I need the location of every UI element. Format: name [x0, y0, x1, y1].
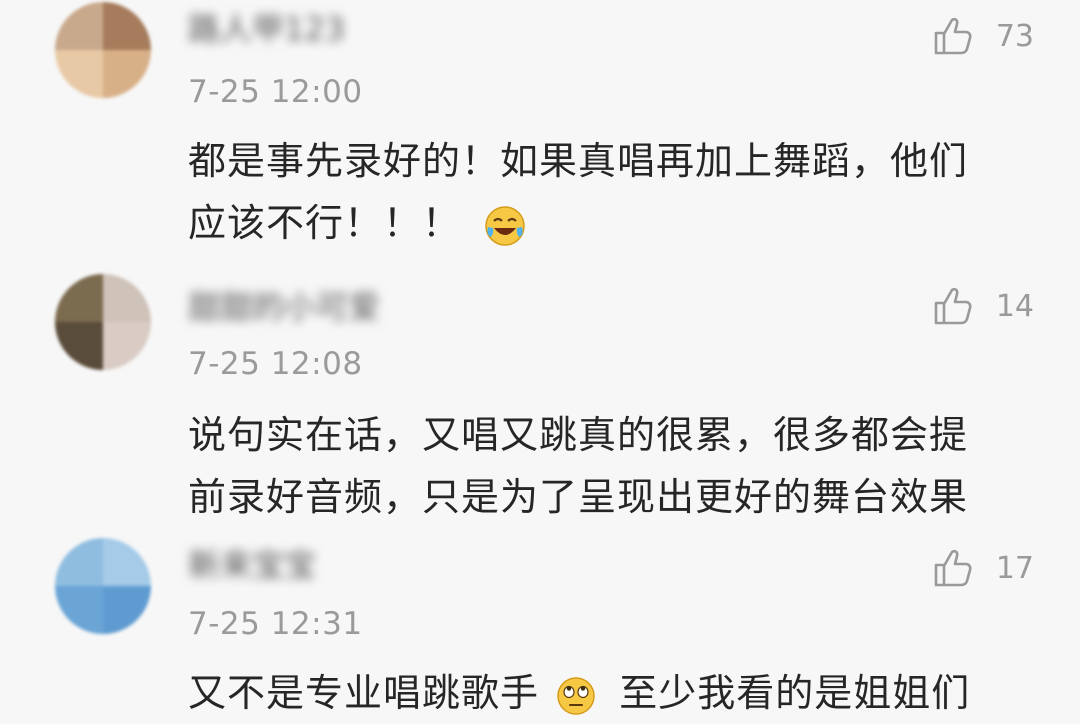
username[interactable]: 新来宝宝: [188, 546, 316, 584]
like-button[interactable]: 17: [930, 544, 1034, 592]
comment-text: 说句实在话，又唱又跳真的很累，很多都会提 前录好音频，只是为了呈现出更好的舞台效…: [188, 404, 1048, 528]
comment-line: 又不是专业唱跳歌手: [188, 671, 540, 715]
username[interactable]: 路人甲123: [188, 10, 345, 48]
timestamp: 7-25 12:31: [188, 606, 363, 642]
comment-line: 前录好音频，只是为了呈现出更好的舞台效果: [188, 475, 969, 519]
comment-item: 路人甲123 73 7-25 12:00 都是事先录好的！如果真唱再加上舞蹈，他…: [0, 0, 1080, 260]
comment-line-with-emoji: 又不是专业唱跳歌手 至少我看的是姐姐们: [188, 662, 1048, 724]
avatar-tile: [55, 322, 103, 370]
avatar-tile: [55, 586, 103, 634]
like-count: 73: [995, 18, 1034, 54]
like-button[interactable]: 14: [930, 282, 1034, 330]
avatar-tile: [103, 538, 151, 586]
like-count: 14: [995, 288, 1034, 324]
like-button[interactable]: 73: [930, 12, 1034, 60]
avatar[interactable]: [55, 538, 151, 634]
comment-item: 新来宝宝 17 7-25 12:31 又不是专业唱跳歌手 至少我看的是姐姐们: [0, 538, 1080, 715]
comment-line: 至少我看的是姐姐们: [619, 671, 971, 715]
avatar-tile: [103, 274, 151, 322]
comment-text: 都是事先录好的！如果真唱再加上舞蹈，他们 应该不行！！！: [188, 130, 1048, 254]
comment-line: 都是事先录好的！如果真唱再加上舞蹈，他们: [188, 139, 969, 183]
avatar-tile: [103, 322, 151, 370]
thumbs-up-icon: [934, 549, 972, 587]
thumbs-up-icon: [934, 287, 972, 325]
avatar-tile: [103, 586, 151, 634]
comment-line-with-emoji: 应该不行！！！: [188, 192, 1048, 254]
avatar[interactable]: [55, 274, 151, 370]
timestamp: 7-25 12:00: [188, 74, 363, 110]
comment-line: 应该不行！！！: [188, 201, 462, 245]
avatar-tile: [103, 50, 151, 98]
avatar-tile: [55, 538, 103, 586]
avatar-tile: [55, 50, 103, 98]
comment-item: 甜甜的小可爱 14 7-25 12:08 说句实在话，又唱又跳真的很累，很多都会…: [0, 272, 1080, 532]
like-count: 17: [995, 550, 1034, 586]
comment-text: 又不是专业唱跳歌手 至少我看的是姐姐们: [188, 662, 1048, 724]
comment-line: 说句实在话，又唱又跳真的很累，很多都会提: [188, 413, 969, 457]
avatar[interactable]: [55, 2, 151, 98]
thumbs-up-icon: [934, 17, 972, 55]
eye-roll-icon: [557, 676, 595, 715]
timestamp: 7-25 12:08: [188, 346, 363, 382]
username[interactable]: 甜甜的小可爱: [188, 288, 380, 326]
avatar-tile: [55, 274, 103, 322]
laughing-tears-icon: [485, 205, 525, 246]
avatar-tile: [55, 2, 103, 50]
avatar-tile: [103, 2, 151, 50]
